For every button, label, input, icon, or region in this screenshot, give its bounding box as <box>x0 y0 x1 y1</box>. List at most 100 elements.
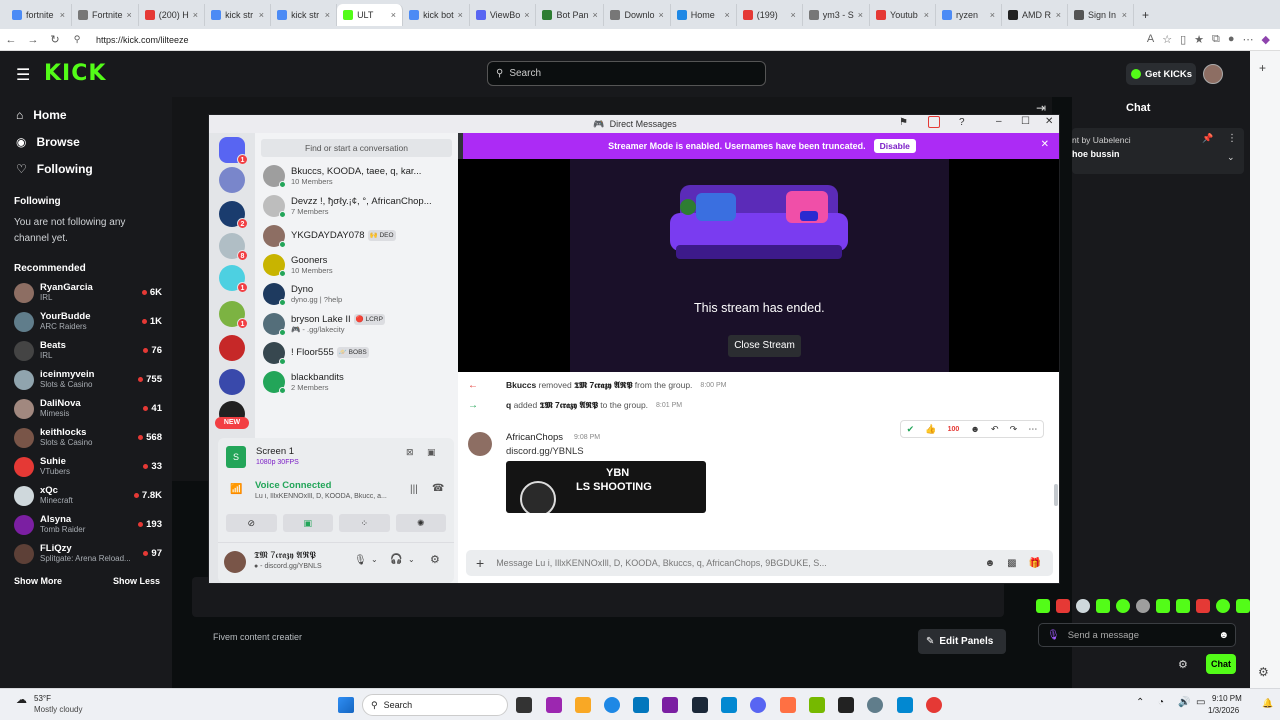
tab-close-icon[interactable]: × <box>259 10 264 20</box>
forward-icon[interactable]: ↷ <box>1010 424 1018 435</box>
tab-close-icon[interactable]: × <box>193 10 198 20</box>
dm-item[interactable]: ! Floor555 🪐 BOBS <box>263 338 453 368</box>
maximize-icon[interactable]: ☐ <box>1021 116 1030 127</box>
notification-icon[interactable]: 🔔 <box>1262 698 1273 709</box>
voice-activity-icon[interactable]: ||| <box>410 484 418 495</box>
attach-plus-icon[interactable]: + <box>476 555 484 571</box>
emoji-picker-icon[interactable]: ☻ <box>985 558 996 569</box>
recommended-channel[interactable]: YourBudde ARC Raiders 1K <box>0 307 172 336</box>
split-screen-icon[interactable]: ▯ <box>1180 33 1186 46</box>
dm-item[interactable]: blackbandits 2 Members <box>263 367 453 397</box>
emoji-icon[interactable]: ☻ <box>1218 630 1229 641</box>
system-target[interactable]: 𝕿𝕸 7𝖈𝖗𝖆𝖟𝖞 𝕬𝕽𝕻 <box>574 380 632 390</box>
sticker-icon[interactable]: ▩ <box>1007 558 1016 569</box>
add-reaction-icon[interactable]: ☻ <box>970 424 979 434</box>
expand-pinned-icon[interactable]: ⌄ <box>1227 152 1235 163</box>
reply-icon[interactable]: ↶ <box>991 424 999 435</box>
microphone-icon[interactable]: 🎙 <box>1047 630 1060 641</box>
close-stream-button[interactable]: Close Stream <box>728 335 801 357</box>
favorite-star-icon[interactable]: ☆ <box>1162 33 1172 46</box>
message-avatar[interactable] <box>468 432 492 456</box>
settings-icon[interactable] <box>867 697 883 713</box>
disconnect-icon[interactable]: ☎ <box>432 483 444 494</box>
file-explorer-icon[interactable] <box>575 697 591 713</box>
close-banner-icon[interactable]: ✕ <box>1041 139 1049 150</box>
stop-stream-icon[interactable]: ⊠ <box>406 447 414 458</box>
weather-icon[interactable]: ☁ <box>16 693 27 706</box>
message-embed-image[interactable]: YBN LS SHOOTING <box>506 461 706 513</box>
emote-icon[interactable] <box>1096 599 1110 613</box>
browser-tab[interactable]: AMD R × <box>1002 3 1069 26</box>
tab-close-icon[interactable]: × <box>593 10 598 20</box>
recommended-channel[interactable]: xQc Minecraft 7.8K <box>0 481 172 510</box>
chat-button[interactable]: Chat <box>1206 654 1236 674</box>
show-less-button[interactable]: Show Less <box>113 576 160 586</box>
message-author[interactable]: AfricanChops <box>506 432 563 443</box>
recommended-channel[interactable]: iceinmyvein Slots & Casino 755 <box>0 365 172 394</box>
recommended-channel[interactable]: FLiQzy Splitgate: Arena Reload... 97 <box>0 539 172 568</box>
thumbs-up-icon[interactable]: 👍 <box>925 424 936 435</box>
discord-home-icon[interactable]: 1 <box>219 137 248 165</box>
check-reaction-icon[interactable]: ✔ <box>907 424 915 435</box>
reload-icon[interactable]: ↻ <box>44 33 66 46</box>
dm-item[interactable]: Bkuccs, KOODA, taee, q, kar... 10 Members <box>263 161 453 191</box>
nav-item-following[interactable]: ♡ Following <box>0 155 172 182</box>
tab-close-icon[interactable]: × <box>391 10 396 20</box>
find-conversation-button[interactable]: Find or start a conversation <box>261 139 452 157</box>
emote-icon[interactable] <box>1216 599 1230 613</box>
browser-tab[interactable]: Downlo × <box>604 3 671 26</box>
more-icon[interactable]: ⋯ <box>1243 33 1254 46</box>
recommended-channel[interactable]: DaliNova Mimesis 41 <box>0 394 172 423</box>
nav-item-browse[interactable]: ◉ Browse <box>0 128 172 155</box>
volume-icon[interactable]: 🔊 <box>1178 697 1190 708</box>
nvidia-icon[interactable] <box>809 697 825 713</box>
tab-close-icon[interactable]: × <box>724 10 729 20</box>
chat-message[interactable]: AfricanChops 9:08 PM discord.gg/YBNLS YB… <box>466 430 896 550</box>
app-icon[interactable] <box>780 697 796 713</box>
send-message-input[interactable]: 🎙 Send a message ☻ <box>1038 623 1236 647</box>
forward-icon[interactable]: → <box>22 34 44 46</box>
hundred-icon[interactable]: 100 <box>948 426 960 433</box>
browser-tab[interactable]: Bot Pan × <box>536 3 605 26</box>
tab-close-icon[interactable]: × <box>458 10 463 20</box>
emote-icon[interactable] <box>1056 599 1070 613</box>
pin-icon[interactable]: 📌 <box>1202 133 1213 144</box>
emote-icon[interactable] <box>1136 599 1150 613</box>
server-icon[interactable] <box>219 167 245 193</box>
emote-icon[interactable] <box>1196 599 1210 613</box>
network-icon[interactable]: ◔ <box>1158 697 1164 708</box>
server-icon[interactable]: 8 <box>219 233 248 261</box>
hamburger-menu-icon[interactable]: ☰ <box>16 65 30 85</box>
sidebar-add-icon[interactable]: + <box>1259 61 1266 75</box>
read-aloud-icon[interactable]: A <box>1147 33 1154 46</box>
dm-item[interactable]: Gooners 10 Members <box>263 250 453 280</box>
kick-logo[interactable]: KICK <box>44 61 106 86</box>
tab-close-icon[interactable]: × <box>858 10 863 20</box>
chat-settings-icon[interactable]: ⚙ <box>1178 658 1188 671</box>
inbox-icon[interactable] <box>928 116 940 128</box>
tab-close-icon[interactable]: × <box>60 10 65 20</box>
show-more-button[interactable]: Show More <box>14 576 62 586</box>
tab-close-icon[interactable]: × <box>1122 10 1127 20</box>
browser-tab[interactable]: kick bot × <box>403 3 470 26</box>
copilot-icon[interactable] <box>546 697 562 713</box>
recommended-channel[interactable]: Suhie VTubers 33 <box>0 452 172 481</box>
tab-close-icon[interactable]: × <box>524 10 529 20</box>
steam-icon[interactable] <box>692 697 708 713</box>
chrome-icon[interactable] <box>926 697 942 713</box>
tab-close-icon[interactable]: × <box>924 10 929 20</box>
copilot-icon[interactable]: ◆ <box>1262 33 1270 46</box>
browser-tab[interactable]: kick str × <box>205 3 272 26</box>
recommended-channel[interactable]: Alsyna Tomb Raider 193 <box>0 510 172 539</box>
user-avatar[interactable] <box>1203 64 1223 84</box>
browser-tab[interactable]: (199) × <box>737 3 803 26</box>
audio-options-icon[interactable]: ⌄ <box>408 555 415 564</box>
nav-item-home[interactable]: ⌂ Home <box>0 101 172 128</box>
browser-tab[interactable]: ym3 - S × <box>803 3 871 26</box>
collections-icon[interactable]: ⧉ <box>1212 33 1220 46</box>
url-field[interactable]: https://kick.com/lilteeze <box>96 35 189 45</box>
headphones-icon[interactable]: 🎧 <box>390 554 402 565</box>
taskbar-search[interactable]: ⚲ Search <box>362 694 508 716</box>
recommended-channel[interactable]: keithlocks Slots & Casino 568 <box>0 423 172 452</box>
search-box[interactable]: ⚲ Search <box>487 61 766 86</box>
